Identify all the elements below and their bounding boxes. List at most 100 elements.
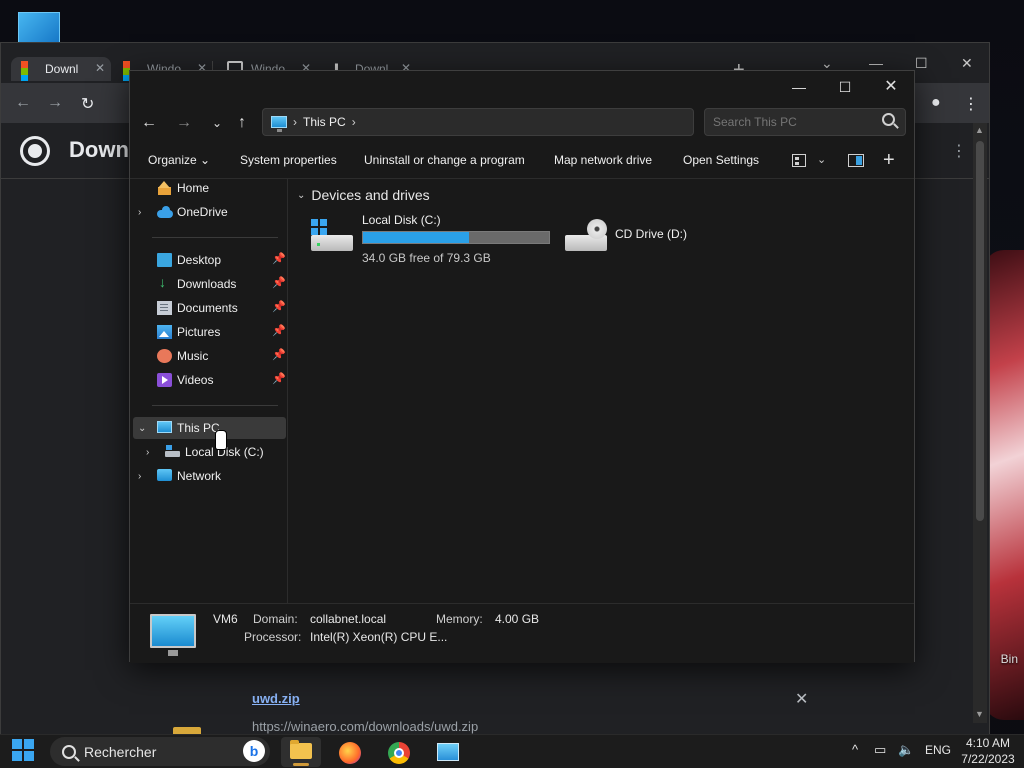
maximize-icon[interactable]: ☐	[915, 55, 928, 72]
up-icon[interactable]: ↑	[231, 112, 253, 134]
menu-icon[interactable]: ⋮	[963, 94, 979, 114]
pin-icon[interactable]: 📌	[272, 348, 286, 361]
taskbar-chrome[interactable]	[379, 737, 419, 767]
language-indicator[interactable]: ENG	[925, 743, 951, 757]
cd-drive-icon	[565, 219, 607, 253]
chevron-up-icon[interactable]: ^	[852, 742, 858, 757]
organize-button[interactable]: Organize ⌄	[148, 153, 210, 167]
tab-close-icon[interactable]: ✕	[95, 61, 105, 75]
wallpaper-art	[984, 250, 1024, 720]
drive-tile-c[interactable]: Local Disk (C:) 34.0 GB free of 79.3 GB	[311, 213, 561, 265]
bing-icon[interactable]: b	[243, 740, 265, 762]
volume-icon[interactable]: 🔈	[898, 742, 914, 758]
profile-icon[interactable]: ●	[931, 94, 941, 112]
nav-item-downloads[interactable]: Downloads 📌	[130, 273, 288, 295]
taskbar-file-explorer[interactable]	[281, 737, 321, 767]
close-icon[interactable]: ✕	[961, 55, 973, 72]
start-button[interactable]	[12, 739, 34, 761]
nav-item-this-pc[interactable]: ⌄ This PC	[133, 417, 286, 439]
taskbar-clock[interactable]: 4:10 AM 7/22/2023	[958, 735, 1018, 767]
nav-item-videos[interactable]: Videos 📌	[130, 369, 288, 391]
nav-item-home[interactable]: Home	[130, 177, 288, 199]
content-area: ⌄ Devices and drives Local Disk (C:) 34.…	[289, 179, 915, 603]
uninstall-button[interactable]: Uninstall or change a program	[364, 153, 525, 167]
pin-icon[interactable]: 📌	[272, 324, 286, 337]
new-item-icon[interactable]: +	[883, 149, 895, 172]
reload-icon[interactable]: ↻	[81, 94, 94, 114]
domain-value: collabnet.local	[310, 612, 387, 626]
nav-item-desktop[interactable]: Desktop 📌	[130, 249, 288, 271]
desktop-icon	[157, 253, 172, 267]
videos-icon	[157, 373, 172, 387]
pin-icon[interactable]: 📌	[272, 300, 286, 313]
download-file-link[interactable]: uwd.zip	[252, 691, 300, 706]
details-pane-icon[interactable]	[848, 154, 864, 167]
chevron-right-icon[interactable]: ›	[352, 115, 356, 129]
scroll-down-icon[interactable]: ▼	[975, 709, 984, 719]
memory-value: 4.00 GB	[495, 612, 540, 626]
firefox-icon	[339, 742, 361, 764]
group-header[interactable]: ⌄ Devices and drives	[297, 187, 430, 203]
nav-item-network[interactable]: › Network	[130, 465, 288, 487]
nav-item-onedrive[interactable]: › OneDrive	[130, 201, 288, 223]
chevron-right-icon[interactable]: ›	[138, 471, 141, 482]
network-icon	[157, 469, 172, 481]
taskbar-firefox[interactable]	[330, 737, 370, 767]
drive-name: Local Disk (C:)	[362, 213, 441, 227]
pin-icon[interactable]: 📌	[272, 252, 286, 265]
nav-item-documents[interactable]: Documents 📌	[130, 297, 288, 319]
local-disk-icon	[165, 445, 180, 459]
map-network-drive-button[interactable]: Map network drive	[554, 153, 652, 167]
browser-scrollbar[interactable]: ▲ ▼	[973, 123, 987, 723]
forward-icon[interactable]: →	[47, 94, 63, 112]
recycle-bin-label[interactable]: Bin	[1001, 652, 1018, 666]
taskbar-search[interactable]: Rechercher	[50, 737, 270, 766]
drive-tile-d[interactable]: CD Drive (D:)	[565, 213, 765, 261]
address-input[interactable]: › This PC › ⌄ ↻	[262, 108, 817, 136]
back-icon[interactable]: ←	[15, 94, 31, 112]
taskbar-control-panel[interactable]	[428, 737, 468, 767]
this-pc-icon	[157, 421, 172, 433]
page-title: Downl	[69, 137, 135, 162]
remove-download-icon[interactable]: ✕	[795, 689, 808, 709]
close-icon[interactable]: ✕	[868, 75, 914, 99]
scroll-thumb[interactable]	[976, 141, 984, 521]
cloud-icon	[157, 205, 173, 219]
chevron-down-icon[interactable]: ⌄	[817, 153, 826, 166]
nav-item-music[interactable]: Music 📌	[130, 345, 288, 367]
network-tray-icon[interactable]: ▭	[874, 742, 886, 758]
chevron-right-icon[interactable]: ›	[146, 447, 149, 458]
forward-icon[interactable]: →	[173, 112, 195, 134]
pin-icon[interactable]: 📌	[272, 372, 286, 385]
open-settings-button[interactable]: Open Settings	[683, 153, 759, 167]
chevron-right-icon[interactable]: ›	[138, 207, 141, 218]
search-input[interactable]	[704, 108, 906, 136]
music-icon	[157, 349, 172, 363]
browser-tab-1[interactable]: Downl ✕	[11, 57, 111, 81]
chevron-right-icon[interactable]: ›	[293, 115, 297, 129]
search-icon[interactable]	[882, 113, 895, 126]
download-icon	[157, 274, 172, 291]
desktop-shortcut-icon[interactable]	[18, 12, 60, 44]
folder-icon	[290, 740, 312, 759]
view-icon[interactable]	[792, 154, 806, 167]
chevron-down-icon[interactable]: ⌄	[297, 190, 305, 201]
nav-item-local-disk[interactable]: › Local Disk (C:)	[130, 441, 288, 463]
control-panel-icon	[437, 743, 459, 761]
search-icon	[62, 744, 76, 759]
pin-icon[interactable]: 📌	[272, 276, 286, 289]
maximize-icon[interactable]: ☐	[822, 75, 868, 99]
nav-item-pictures[interactable]: Pictures 📌	[130, 321, 288, 343]
minimize-icon[interactable]: —	[776, 75, 822, 99]
chevron-down-icon[interactable]: ⌄	[138, 423, 146, 434]
address-segment[interactable]: This PC	[303, 115, 346, 129]
drive-usage-fill	[363, 232, 470, 243]
back-icon[interactable]: ←	[138, 112, 160, 134]
scroll-up-icon[interactable]: ▲	[975, 125, 984, 135]
details-pane: VM6 Domain: collabnet.local Memory: 4.00…	[130, 603, 914, 663]
minimize-icon[interactable]: —	[869, 55, 883, 71]
explorer-titlebar: — ☐ ✕	[130, 71, 914, 103]
recent-locations-icon[interactable]: ⌄	[206, 112, 228, 134]
system-properties-button[interactable]: System properties	[240, 153, 337, 167]
more-icon[interactable]: ⋮	[951, 141, 967, 161]
